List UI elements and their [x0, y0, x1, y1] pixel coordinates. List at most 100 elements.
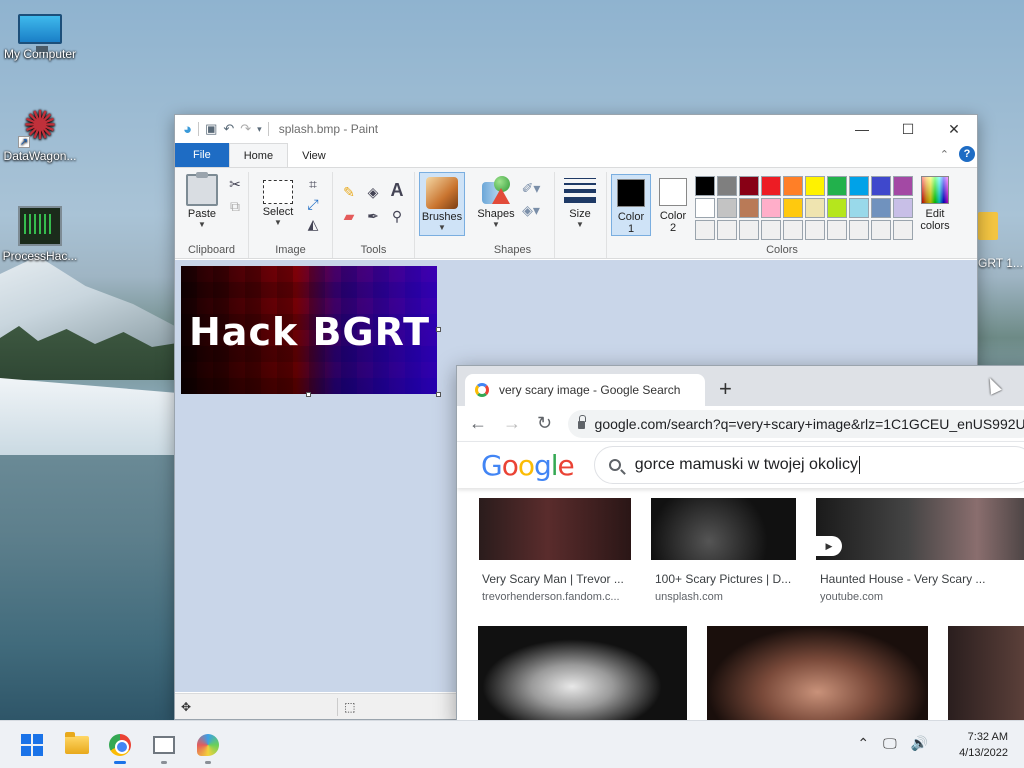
- size-button[interactable]: Size ▼: [557, 174, 603, 229]
- clock[interactable]: 7:32 AM 4/13/2022: [959, 729, 1008, 761]
- result-image[interactable]: ▶: [816, 498, 1024, 560]
- redo-icon[interactable]: ↷: [240, 121, 251, 137]
- customize-qa-icon[interactable]: ▾: [257, 124, 262, 135]
- palette-swatch[interactable]: [805, 198, 825, 218]
- network-icon[interactable]: 🖵: [883, 735, 897, 752]
- collapse-ribbon-icon[interactable]: ⌃: [940, 148, 949, 161]
- palette-swatch[interactable]: [695, 176, 715, 196]
- canvas-image[interactable]: Hack BGRT: [181, 266, 437, 394]
- resize-handle-right[interactable]: [436, 327, 441, 332]
- palette-swatch[interactable]: [893, 198, 913, 218]
- palette-swatch[interactable]: [805, 176, 825, 196]
- taskbar-file-explorer[interactable]: [63, 731, 91, 759]
- paint-titlebar[interactable]: ◕ ▣ ↶ ↷ ▾ splash.bmp - Paint — ☐ ✕: [175, 115, 977, 143]
- google-logo[interactable]: Google: [481, 449, 575, 482]
- tab-home[interactable]: Home: [228, 143, 289, 167]
- desktop-icon-my-computer[interactable]: My Computer: [0, 10, 80, 61]
- palette-swatch[interactable]: [871, 220, 891, 240]
- color1-button[interactable]: Color 1: [611, 174, 651, 236]
- address-bar[interactable]: google.com/search?q=very+scary+image&rlz…: [568, 409, 1024, 438]
- palette-swatch[interactable]: [783, 176, 803, 196]
- palette-swatch[interactable]: [849, 198, 869, 218]
- magnifier-icon[interactable]: ⚲: [387, 206, 407, 226]
- resize-icon[interactable]: ⤢: [303, 194, 323, 214]
- result-image[interactable]: [651, 498, 796, 560]
- shapes-button[interactable]: Shapes ▼: [473, 174, 519, 229]
- palette-swatch[interactable]: [827, 220, 847, 240]
- taskbar-chrome[interactable]: [106, 731, 134, 759]
- palette-swatch[interactable]: [827, 176, 847, 196]
- help-icon[interactable]: ?: [959, 146, 975, 162]
- paste-button[interactable]: Paste ▼: [179, 172, 225, 229]
- eraser-icon[interactable]: ▰: [339, 206, 359, 226]
- result-image[interactable]: [479, 498, 631, 560]
- result-image[interactable]: [948, 626, 1024, 724]
- folder-icon[interactable]: [978, 212, 998, 240]
- desktop-icon-processhacker[interactable]: ProcessHac...: [0, 206, 80, 263]
- palette-swatch[interactable]: [827, 198, 847, 218]
- palette-swatch[interactable]: [849, 220, 869, 240]
- palette-swatch[interactable]: [739, 176, 759, 196]
- desktop-icon-datawagon[interactable]: ✺ ↗ DataWagon...: [0, 106, 80, 163]
- start-button[interactable]: [18, 731, 46, 759]
- select-button[interactable]: Select ▼: [255, 174, 301, 227]
- copy-icon[interactable]: ⧉: [225, 196, 245, 216]
- save-icon[interactable]: ▣: [205, 121, 217, 137]
- color2-button[interactable]: Color 2: [653, 174, 693, 236]
- palette-swatch[interactable]: [893, 220, 913, 240]
- taskbar-process-hacker[interactable]: [150, 731, 178, 759]
- palette-swatch[interactable]: [695, 198, 715, 218]
- minimize-button[interactable]: —: [839, 115, 885, 143]
- palette-swatch[interactable]: [761, 176, 781, 196]
- paint-app-icon[interactable]: ◕: [183, 121, 192, 138]
- resize-handle-bottom[interactable]: [306, 392, 311, 397]
- outline-icon[interactable]: ✐▾: [521, 178, 541, 198]
- palette-swatch[interactable]: [849, 176, 869, 196]
- pencil-icon[interactable]: ✎: [339, 182, 359, 202]
- result-image[interactable]: [707, 626, 928, 724]
- edit-colors-button[interactable]: Edit colors: [917, 176, 953, 232]
- palette-swatch[interactable]: [717, 176, 737, 196]
- palette-swatch[interactable]: [783, 220, 803, 240]
- crop-icon[interactable]: ⌗: [303, 174, 323, 194]
- close-button[interactable]: ✕: [931, 115, 977, 143]
- shape-fill-icon[interactable]: ◈▾: [521, 200, 541, 220]
- result-image[interactable]: [478, 626, 687, 724]
- reload-button[interactable]: ↻: [537, 413, 552, 434]
- palette-swatch[interactable]: [717, 198, 737, 218]
- forward-button[interactable]: →: [503, 413, 521, 434]
- chrome-window[interactable]: very scary image - Google Search + ← → ↻…: [456, 365, 1024, 725]
- fill-icon[interactable]: ◈: [363, 182, 383, 202]
- palette-swatch[interactable]: [739, 220, 759, 240]
- new-tab-button[interactable]: +: [719, 376, 732, 402]
- palette-swatch[interactable]: [717, 220, 737, 240]
- undo-icon[interactable]: ↶: [223, 121, 234, 137]
- palette-swatch[interactable]: [761, 220, 781, 240]
- search-input[interactable]: gorce mamuski w twojej okolicy: [593, 446, 1024, 484]
- brushes-button[interactable]: Brushes ▼: [419, 172, 465, 236]
- maximize-button[interactable]: ☐: [885, 115, 931, 143]
- resize-handle-corner[interactable]: [436, 392, 441, 397]
- result-title[interactable]: 100+ Scary Pictures | D...: [655, 572, 791, 586]
- volume-icon[interactable]: 🔊: [911, 735, 928, 752]
- palette-swatch[interactable]: [805, 220, 825, 240]
- palette-swatch[interactable]: [893, 176, 913, 196]
- palette-swatch[interactable]: [739, 198, 759, 218]
- palette-swatch[interactable]: [871, 176, 891, 196]
- rotate-icon[interactable]: ◭: [303, 214, 323, 234]
- palette-swatch[interactable]: [761, 198, 781, 218]
- tab-file[interactable]: File: [175, 143, 229, 167]
- tab-view[interactable]: View: [288, 145, 340, 167]
- result-title[interactable]: Very Scary Man | Trevor ...: [482, 572, 624, 586]
- taskbar-paint[interactable]: [194, 731, 222, 759]
- browser-tab[interactable]: very scary image - Google Search: [465, 374, 705, 406]
- palette-swatch[interactable]: [871, 198, 891, 218]
- text-icon[interactable]: A: [387, 180, 407, 200]
- result-title[interactable]: Haunted House - Very Scary ...: [820, 572, 985, 586]
- palette-swatch[interactable]: [695, 220, 715, 240]
- cut-icon[interactable]: ✂: [225, 174, 245, 194]
- show-hidden-icons-icon[interactable]: ⌃: [857, 735, 869, 752]
- color-picker-icon[interactable]: ✒: [363, 206, 383, 226]
- palette-swatch[interactable]: [783, 198, 803, 218]
- back-button[interactable]: ←: [469, 413, 487, 434]
